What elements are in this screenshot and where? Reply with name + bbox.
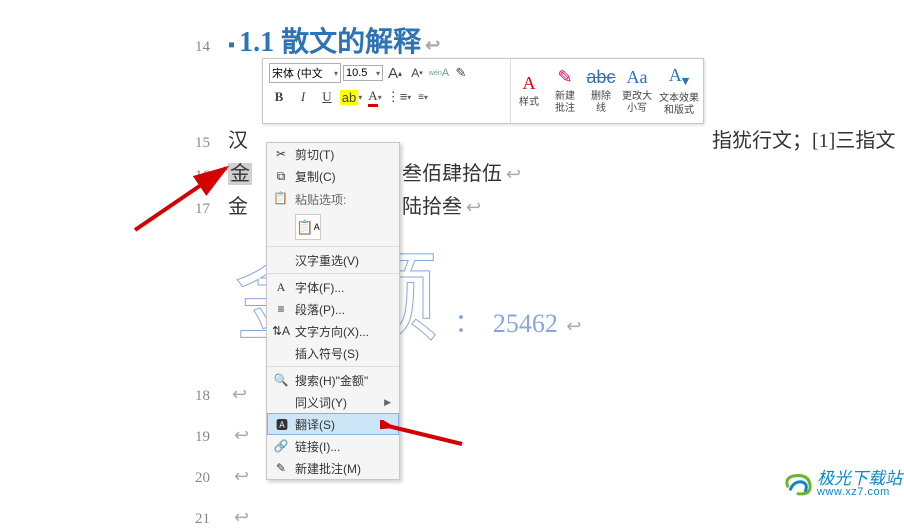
clipboard-icon: 📋 bbox=[296, 219, 313, 236]
italic-button[interactable]: I bbox=[293, 87, 313, 107]
menu-cjk-reconvert[interactable]: 汉字重选(V) bbox=[267, 249, 399, 271]
line-number: 14 bbox=[160, 39, 210, 56]
menu-text-direction[interactable]: ⇅A文字方向(X)... bbox=[267, 320, 399, 342]
menu-insert-symbol[interactable]: 插入符号(S) bbox=[267, 342, 399, 364]
line-number: 21 bbox=[160, 511, 210, 528]
paragraph-mark-icon: ↩ bbox=[506, 164, 521, 184]
site-watermark-logo: 极光下载站 www.xz7.com bbox=[783, 470, 902, 498]
styles-button[interactable]: A样式 bbox=[511, 59, 547, 123]
line-number: 20 bbox=[160, 470, 210, 487]
font-size-combo[interactable]: 10.5▾ bbox=[343, 65, 383, 81]
comment-icon: ✎ bbox=[273, 460, 289, 476]
chevron-down-icon[interactable]: ▾ bbox=[376, 69, 380, 78]
paste-icon: 📋 bbox=[273, 191, 288, 205]
paragraph-icon: ≡ bbox=[273, 301, 289, 317]
strikethrough-button[interactable]: abє删除 线 bbox=[583, 59, 619, 123]
paragraph-mark-icon: ↩ bbox=[232, 384, 247, 404]
text-effects-button[interactable]: A▾文本效果 和版式 bbox=[655, 59, 703, 123]
menu-search[interactable]: 🔍搜索(H)"金额" bbox=[267, 369, 399, 391]
chevron-right-icon: ▶ bbox=[384, 397, 391, 408]
menu-synonym[interactable]: 同义词(Y)▶ bbox=[267, 391, 399, 413]
menu-paste-options-label: 📋粘贴选项: bbox=[267, 187, 399, 212]
heading-1-1: ▪1.1 散文的解释↩ bbox=[228, 20, 440, 60]
body-text[interactable]: 汉 bbox=[228, 124, 248, 153]
numbering-button[interactable]: ≡▾ bbox=[413, 87, 433, 107]
menu-cut[interactable]: ✂剪切(T) bbox=[267, 143, 399, 165]
annotation-arrow-1 bbox=[130, 160, 240, 240]
bold-button[interactable]: B bbox=[269, 87, 289, 107]
link-icon: 🔗 bbox=[273, 438, 289, 454]
heading-bullet: ▪ bbox=[228, 34, 235, 56]
translate-icon: 🅰 bbox=[274, 416, 290, 432]
body-text: 指犹行文；[1]三指文 bbox=[712, 124, 895, 153]
logo-swirl-icon bbox=[783, 471, 813, 497]
menu-font[interactable]: A字体(F)... bbox=[267, 276, 399, 298]
line-number: 19 bbox=[160, 429, 210, 446]
annotation-arrow-2 bbox=[380, 420, 470, 450]
grow-font-button[interactable]: A▴ bbox=[385, 63, 405, 83]
text-direction-icon: ⇅A bbox=[273, 323, 289, 339]
bullets-button[interactable]: ⋮≡▾ bbox=[389, 87, 409, 107]
font-name-combo[interactable]: 宋体 (中文▾ bbox=[269, 63, 341, 83]
search-icon: 🔍 bbox=[273, 372, 289, 388]
paste-keep-text-button[interactable]: 📋A bbox=[295, 214, 321, 240]
menu-new-comment[interactable]: ✎新建批注(M) bbox=[267, 457, 399, 479]
shrink-font-button[interactable]: A▾ bbox=[407, 63, 427, 83]
highlight-button[interactable]: ab▾ bbox=[341, 87, 361, 107]
paragraph-mark-icon: ↩ bbox=[566, 316, 581, 336]
menu-copy[interactable]: ⧉复制(C) bbox=[267, 165, 399, 187]
body-text: 叁佰肆拾伍↩ bbox=[402, 157, 521, 186]
copy-icon: ⧉ bbox=[273, 168, 289, 184]
font-icon: A bbox=[273, 279, 289, 295]
new-comment-button[interactable]: ✎新建 批注 bbox=[547, 59, 583, 123]
paragraph-mark-icon: ↩ bbox=[234, 466, 249, 486]
phonetic-guide-button[interactable]: wénA bbox=[429, 63, 449, 83]
line-number: 15 bbox=[160, 135, 210, 152]
body-text: 陆拾叁↩ bbox=[402, 190, 481, 219]
paragraph-mark-icon: ↩ bbox=[234, 425, 249, 445]
paragraph-mark-icon: ↩ bbox=[425, 35, 440, 55]
menu-paragraph[interactable]: ≡段落(P)... bbox=[267, 298, 399, 320]
chevron-down-icon[interactable]: ▾ bbox=[334, 69, 338, 78]
cut-icon: ✂ bbox=[273, 146, 289, 162]
change-case-button[interactable]: Aa更改大 小写 bbox=[619, 59, 655, 123]
font-color-button[interactable]: A▾ bbox=[365, 87, 385, 107]
format-painter-button[interactable]: ✎ bbox=[451, 63, 471, 83]
mini-toolbar: 宋体 (中文▾ 10.5▾ A▴ A▾ wénA ✎ B I U ab▾ A▾ … bbox=[262, 58, 704, 124]
paragraph-mark-icon: ↩ bbox=[466, 197, 481, 217]
underline-button[interactable]: U bbox=[317, 87, 337, 107]
line-number: 18 bbox=[160, 388, 210, 405]
paragraph-mark-icon: ↩ bbox=[234, 507, 249, 527]
